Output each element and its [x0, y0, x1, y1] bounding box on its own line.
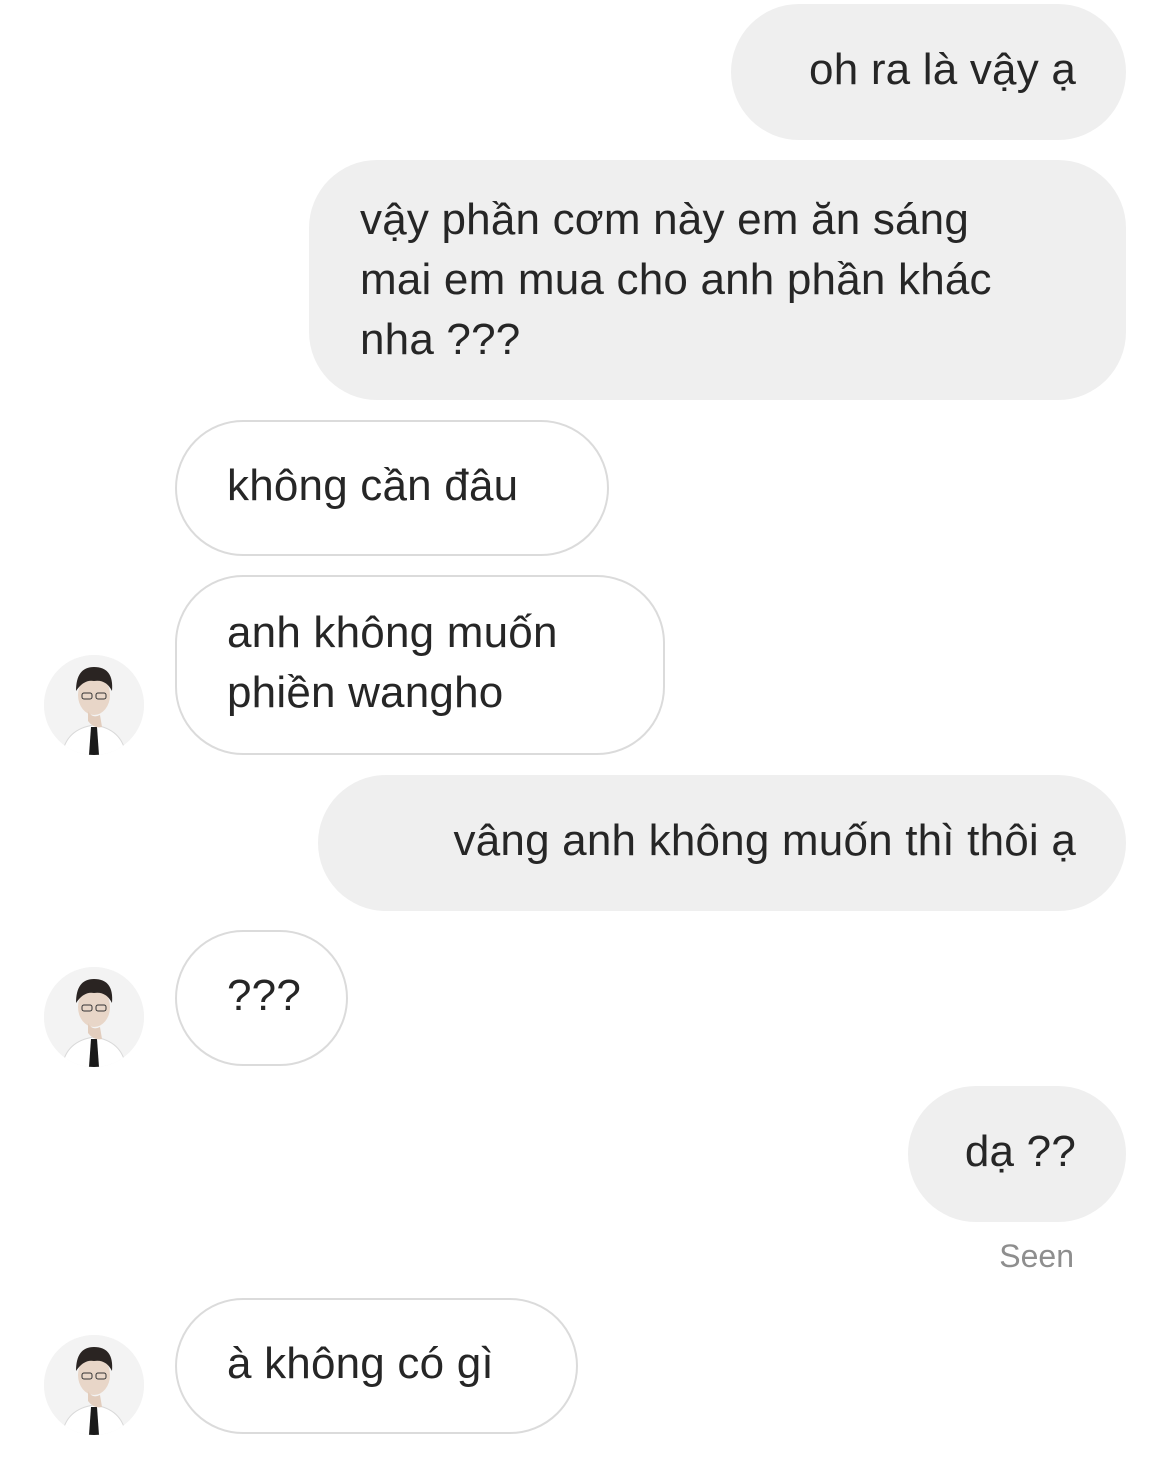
avatar-photo-icon	[44, 1335, 144, 1435]
message-bubble-outgoing[interactable]: oh ra là vậy ạ	[731, 4, 1126, 140]
avatar[interactable]	[44, 967, 144, 1067]
seen-receipt: Seen	[999, 1238, 1074, 1274]
avatar-photo-icon	[44, 655, 144, 755]
message-bubble-outgoing[interactable]: dạ ??	[908, 1086, 1126, 1222]
message-bubble-outgoing[interactable]: vậy phần cơm này em ăn sáng mai em mua c…	[309, 160, 1126, 400]
message-bubble-outgoing[interactable]: vâng anh không muốn thì thôi ạ	[318, 775, 1126, 911]
message-bubble-incoming[interactable]: ???	[175, 930, 348, 1066]
avatar[interactable]	[44, 655, 144, 755]
message-bubble-incoming[interactable]: anh không muốn phiền wangho	[175, 575, 665, 755]
message-bubble-incoming[interactable]: à không có gì	[175, 1298, 578, 1434]
message-bubble-incoming[interactable]: không cần đâu	[175, 420, 609, 556]
avatar-photo-icon	[44, 967, 144, 1067]
avatar[interactable]	[44, 1335, 144, 1435]
